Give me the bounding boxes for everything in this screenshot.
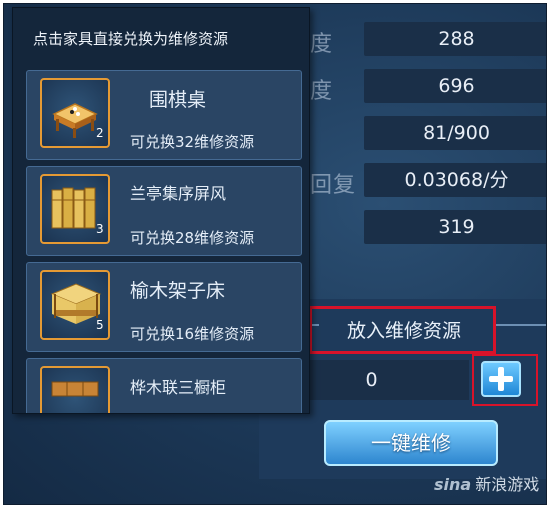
item-name: 榆木架子床 <box>130 280 226 302</box>
watermark-text: 新浪游戏 <box>475 475 540 494</box>
repair-resource-title: 放入维修资源 <box>346 320 461 342</box>
item-exchange-text: 可兑换28维修资源 <box>130 229 255 247</box>
item-exchange-text: 可兑换16维修资源 <box>130 325 255 343</box>
plus-icon-vertical <box>498 367 504 391</box>
stat-value: 288 <box>364 22 546 56</box>
item-exchange-text: 可兑换32维修资源 <box>130 133 255 151</box>
item-count: 2 <box>96 126 104 140</box>
add-resource-button[interactable] <box>481 361 521 397</box>
cabinet-icon <box>40 366 110 413</box>
furniture-item-canopy-bed[interactable]: 5 榆木架子床 可兑换16维修资源 <box>26 262 302 352</box>
item-name: 兰亭集序屏风 <box>130 184 227 203</box>
one-click-repair-button[interactable]: 一键维修 <box>324 420 498 466</box>
furniture-item-go-table[interactable]: 2 围棋桌 可兑换32维修资源 <box>26 70 302 160</box>
furniture-item-folding-screen[interactable]: 3 兰亭集序屏风 可兑换28维修资源 <box>26 166 302 256</box>
item-count: 3 <box>96 222 104 236</box>
watermark: sina 新浪游戏 <box>434 471 546 501</box>
stat-value: 0.03068/分 <box>364 163 546 197</box>
stat-value: 81/900 <box>364 116 546 150</box>
title-ornament-right <box>496 324 546 326</box>
item-name: 围棋桌 <box>149 89 207 111</box>
stat-value: 696 <box>364 69 546 103</box>
item-count: 5 <box>96 318 104 332</box>
game-window: 繁华度 288 舒适度 696 灵气 81/900 灵气回复 0.03068/分… <box>3 3 547 505</box>
panel-header: 点击家具直接兑换为维修资源 <box>33 30 229 48</box>
furniture-item-cabinet[interactable]: 桦木联三橱柜 <box>26 358 302 413</box>
item-name: 桦木联三橱柜 <box>130 378 227 397</box>
stat-value: 319 <box>364 210 546 244</box>
furniture-exchange-panel: 点击家具直接兑换为维修资源 2 围棋桌 可兑换32维修资源 3 兰亭集序屏风 可… <box>12 7 310 414</box>
sina-logo-icon: sina <box>434 475 472 494</box>
